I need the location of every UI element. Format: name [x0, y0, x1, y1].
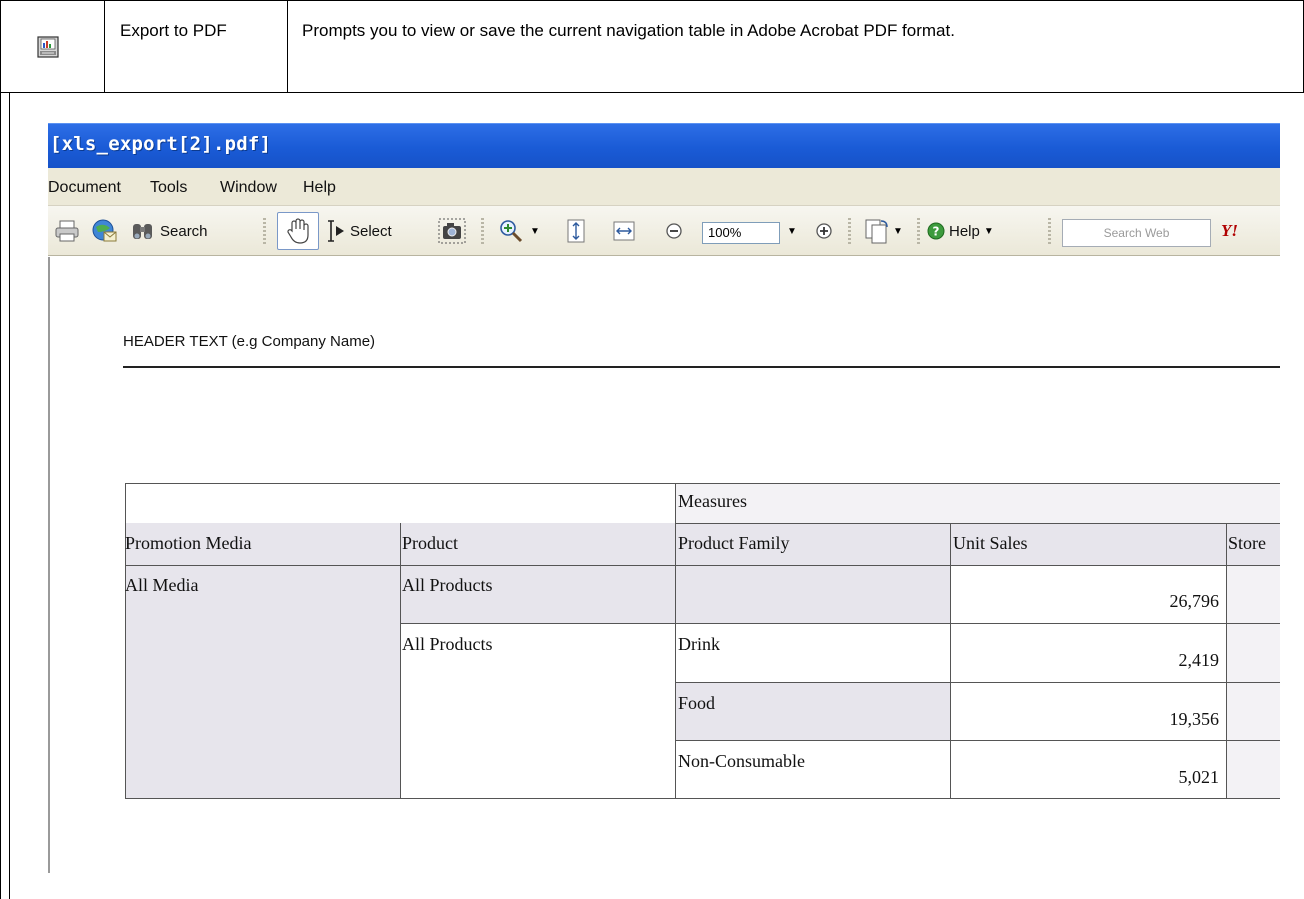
toolbar-grip: [1048, 218, 1051, 244]
zoom-input[interactable]: 100%: [702, 222, 780, 244]
icon-column-divider: [104, 0, 105, 92]
menu-tools[interactable]: Tools: [150, 179, 187, 197]
table-line: [675, 483, 676, 798]
hand-icon: [287, 218, 309, 244]
dropdown-arrow-icon: ▼: [530, 225, 540, 237]
table-line: [400, 623, 1280, 624]
magnifier-zoom-icon: [500, 220, 523, 243]
globe-mail-icon: [92, 219, 117, 242]
media-cell: [125, 565, 400, 798]
plus-circle-icon: [816, 223, 832, 239]
table-line: [400, 523, 401, 798]
email-button[interactable]: [90, 206, 118, 256]
table-border-left: [0, 0, 1, 899]
measures-header-cell: [675, 483, 1280, 523]
family-unit-sales: 2,419: [1178, 650, 1220, 670]
search-label: Search: [160, 222, 208, 240]
dropdown-arrow-icon: ▼: [983, 225, 994, 237]
printer-icon: [55, 220, 79, 242]
yahoo-icon[interactable]: Y!: [1221, 221, 1238, 241]
toolbar-grip: [263, 218, 266, 244]
icon-cell: [1, 1, 104, 92]
zoom-dropdown-button[interactable]: ▼: [787, 206, 797, 256]
toolbar-grip: [917, 218, 920, 244]
text-cursor-icon: [328, 220, 344, 242]
minus-circle-icon: [666, 223, 682, 239]
fit-page-button[interactable]: [565, 206, 587, 256]
family-name: Drink: [678, 634, 720, 654]
family-unit-sales: 19,356: [1169, 709, 1220, 729]
menu-document[interactable]: Document: [48, 179, 121, 197]
help-label: Help: [949, 222, 980, 240]
help-icon: ?: [927, 222, 945, 240]
fit-width-icon: [613, 221, 635, 241]
pdf-header-text: HEADER TEXT (e.g Company Name): [123, 333, 376, 350]
menu-bar: Document Tools Window Help: [48, 168, 1280, 206]
fit-page-icon: [567, 219, 585, 243]
pages-icon: [865, 219, 888, 244]
zoom-out-button[interactable]: [665, 206, 683, 256]
acrobat-window-screenshot: [xls_export[2].pdf] Document Tools Windo…: [48, 123, 1280, 873]
search-button[interactable]: Search: [131, 206, 208, 256]
svg-text:?: ?: [933, 225, 940, 239]
fit-width-button[interactable]: [612, 206, 636, 256]
table-line: [125, 798, 1280, 799]
snapshot-tool-button[interactable]: [437, 206, 467, 256]
table-border-left-lower: [9, 92, 10, 899]
col-header-product: Product: [402, 533, 458, 553]
toolbar-grip: [848, 218, 851, 244]
food-cell: [675, 682, 950, 740]
measures-label: Measures: [678, 491, 747, 511]
page-layout-button[interactable]: ▼: [863, 206, 903, 256]
table-line: [1226, 523, 1227, 798]
family-name: Food: [678, 693, 716, 713]
chevron-down-icon: ▼: [787, 225, 797, 237]
menu-window[interactable]: Window: [220, 179, 277, 197]
family-unit-sales: 5,021: [1178, 767, 1220, 787]
table-line: [125, 483, 126, 798]
toolbar-grip: [481, 218, 484, 244]
title-bar: [xls_export[2].pdf]: [48, 123, 1280, 168]
table-line: [675, 682, 1280, 683]
media-value: All Media: [125, 575, 199, 595]
table-line: [125, 483, 1280, 484]
family-name: Non-Consumable: [678, 751, 805, 771]
col-header-promotion-media: Promotion Media: [125, 533, 252, 553]
table-line: [675, 740, 1280, 741]
table-line: [950, 523, 951, 798]
select-label: Select: [350, 222, 392, 240]
table-line: [675, 523, 1280, 524]
menu-help[interactable]: Help: [303, 179, 336, 197]
col-header-store: Store: [1228, 533, 1266, 553]
feature-name: Export to PDF: [120, 21, 227, 40]
zoom-tool-button[interactable]: ▼: [498, 206, 540, 256]
print-button[interactable]: [54, 206, 80, 256]
header-rule: [123, 366, 1280, 368]
export-pdf-icon: [37, 36, 59, 58]
search-web-input[interactable]: Search Web: [1062, 219, 1211, 247]
window-title: [xls_export[2].pdf]: [50, 133, 272, 155]
product-total-unit-sales: 26,796: [1169, 591, 1220, 611]
product-total-label: All Products: [402, 575, 493, 595]
table-line: [125, 565, 1280, 566]
zoom-in-button[interactable]: [815, 206, 833, 256]
col-header-product-family: Product Family: [678, 533, 790, 553]
product-group-label: All Products: [402, 634, 493, 654]
camera-icon: [438, 218, 466, 244]
binoculars-icon: [133, 224, 152, 239]
name-column-divider: [287, 0, 288, 92]
col-header-unit-sales: Unit Sales: [953, 533, 1028, 553]
table-row-divider: [0, 92, 1304, 93]
hand-tool-button[interactable]: [277, 206, 319, 256]
table-border-top: [0, 0, 1304, 1]
feature-description: Prompts you to view or save the current …: [302, 21, 955, 40]
dropdown-arrow-icon: ▼: [893, 225, 903, 237]
help-button[interactable]: ? Help ▼: [927, 206, 994, 256]
select-tool-button[interactable]: Select: [325, 206, 392, 256]
